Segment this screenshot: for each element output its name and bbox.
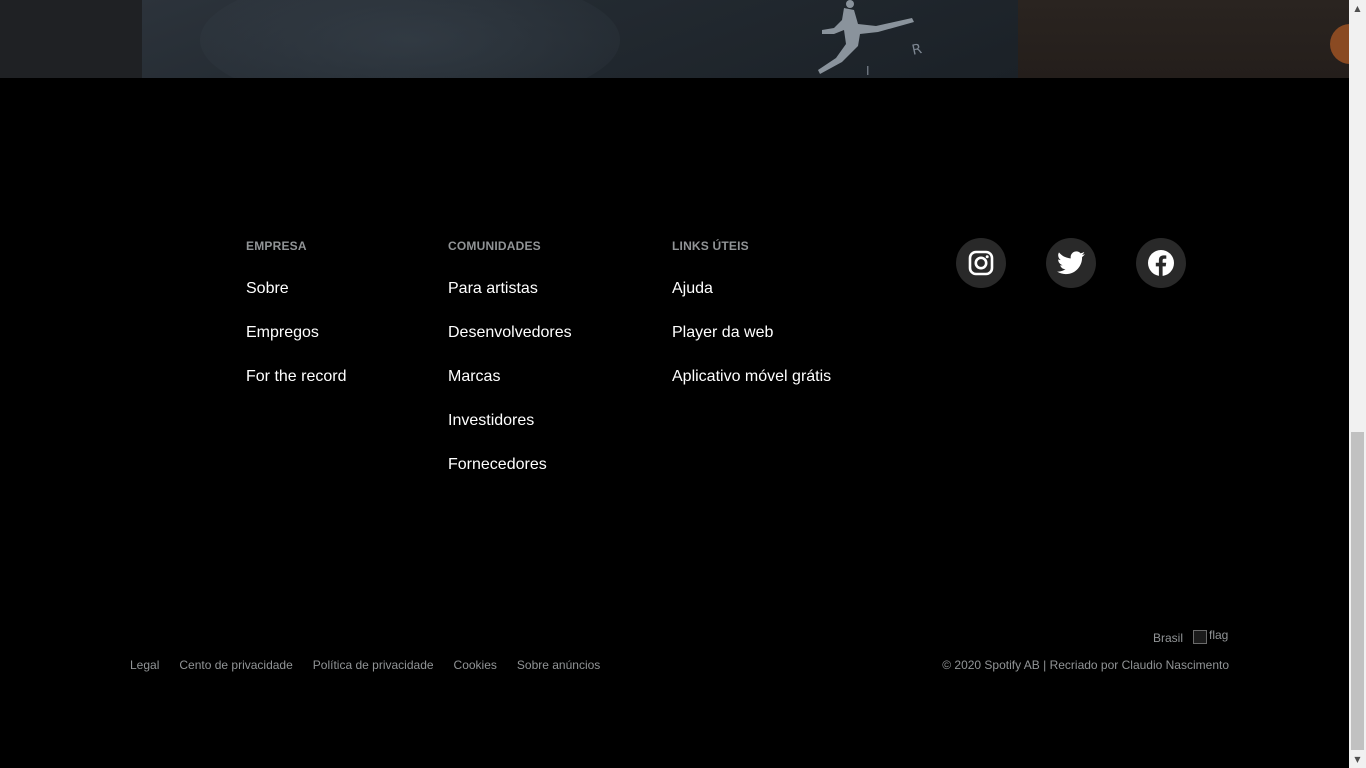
scrollbar-thumb[interactable] bbox=[1351, 432, 1364, 750]
footer-column-links-uteis: LINKS ÚTEIS Ajuda Player da web Aplicati… bbox=[672, 238, 831, 411]
instagram-icon bbox=[968, 250, 994, 276]
column-heading: EMPRESA bbox=[246, 239, 307, 253]
legal-link-cookies[interactable]: Cookies bbox=[454, 658, 497, 672]
footer-link-marcas[interactable]: Marcas bbox=[448, 367, 572, 387]
jumpman-logo-icon bbox=[818, 0, 914, 74]
footer-link-desenvolvedores[interactable]: Desenvolvedores bbox=[448, 323, 572, 343]
footer-link-aplicativo-movel[interactable]: Aplicativo móvel grátis bbox=[672, 367, 831, 387]
country-label[interactable]: Brasil bbox=[1153, 631, 1183, 645]
footer-link-for-the-record[interactable]: For the record bbox=[246, 367, 346, 387]
facebook-button[interactable] bbox=[1136, 238, 1186, 288]
twitter-icon bbox=[1057, 251, 1085, 275]
copyright-text: © 2020 Spotify AB | Recriado por Claudio… bbox=[942, 658, 1229, 672]
footer-column-comunidades: COMUNIDADES Para artistas Desenvolvedore… bbox=[448, 238, 572, 499]
footer-link-para-artistas[interactable]: Para artistas bbox=[448, 279, 572, 299]
country-flag[interactable]: flag bbox=[1193, 628, 1231, 645]
footer-link-investidores[interactable]: Investidores bbox=[448, 411, 572, 431]
legal-link-privacy-policy[interactable]: Política de privacidade bbox=[313, 658, 434, 672]
footer-link-fornecedores[interactable]: Fornecedores bbox=[448, 455, 572, 475]
facebook-icon bbox=[1148, 250, 1174, 276]
footer-link-empregos[interactable]: Empregos bbox=[246, 323, 346, 343]
legal-link-legal[interactable]: Legal bbox=[130, 658, 159, 672]
footer-column-empresa: EMPRESA Sobre Empregos For the record bbox=[246, 238, 346, 411]
column-heading: COMUNIDADES bbox=[448, 239, 541, 253]
footer-link-ajuda[interactable]: Ajuda bbox=[672, 279, 831, 299]
hero-letter-l: I bbox=[866, 64, 870, 78]
flag-alt-text: flag bbox=[1209, 628, 1229, 642]
vertical-scrollbar[interactable]: ▲ ▼ bbox=[1349, 0, 1366, 768]
scroll-up-arrow-icon[interactable]: ▲ bbox=[1349, 0, 1366, 17]
instagram-button[interactable] bbox=[956, 238, 1006, 288]
hero-image: R I bbox=[0, 0, 1349, 78]
hero-image-edge bbox=[0, 0, 142, 78]
hero-image-shade bbox=[200, 0, 620, 78]
hero-image-box bbox=[1018, 0, 1349, 78]
scroll-down-arrow-icon[interactable]: ▼ bbox=[1349, 751, 1366, 768]
footer-link-sobre[interactable]: Sobre bbox=[246, 279, 346, 299]
column-heading: LINKS ÚTEIS bbox=[672, 239, 749, 253]
legal-link-privacy-center[interactable]: Cento de privacidade bbox=[179, 658, 292, 672]
legal-link-ads[interactable]: Sobre anúncios bbox=[517, 658, 600, 672]
legal-links: Legal Cento de privacidade Política de p… bbox=[130, 658, 620, 672]
broken-image-icon bbox=[1193, 630, 1207, 644]
footer-link-player-da-web[interactable]: Player da web bbox=[672, 323, 831, 343]
twitter-button[interactable] bbox=[1046, 238, 1096, 288]
